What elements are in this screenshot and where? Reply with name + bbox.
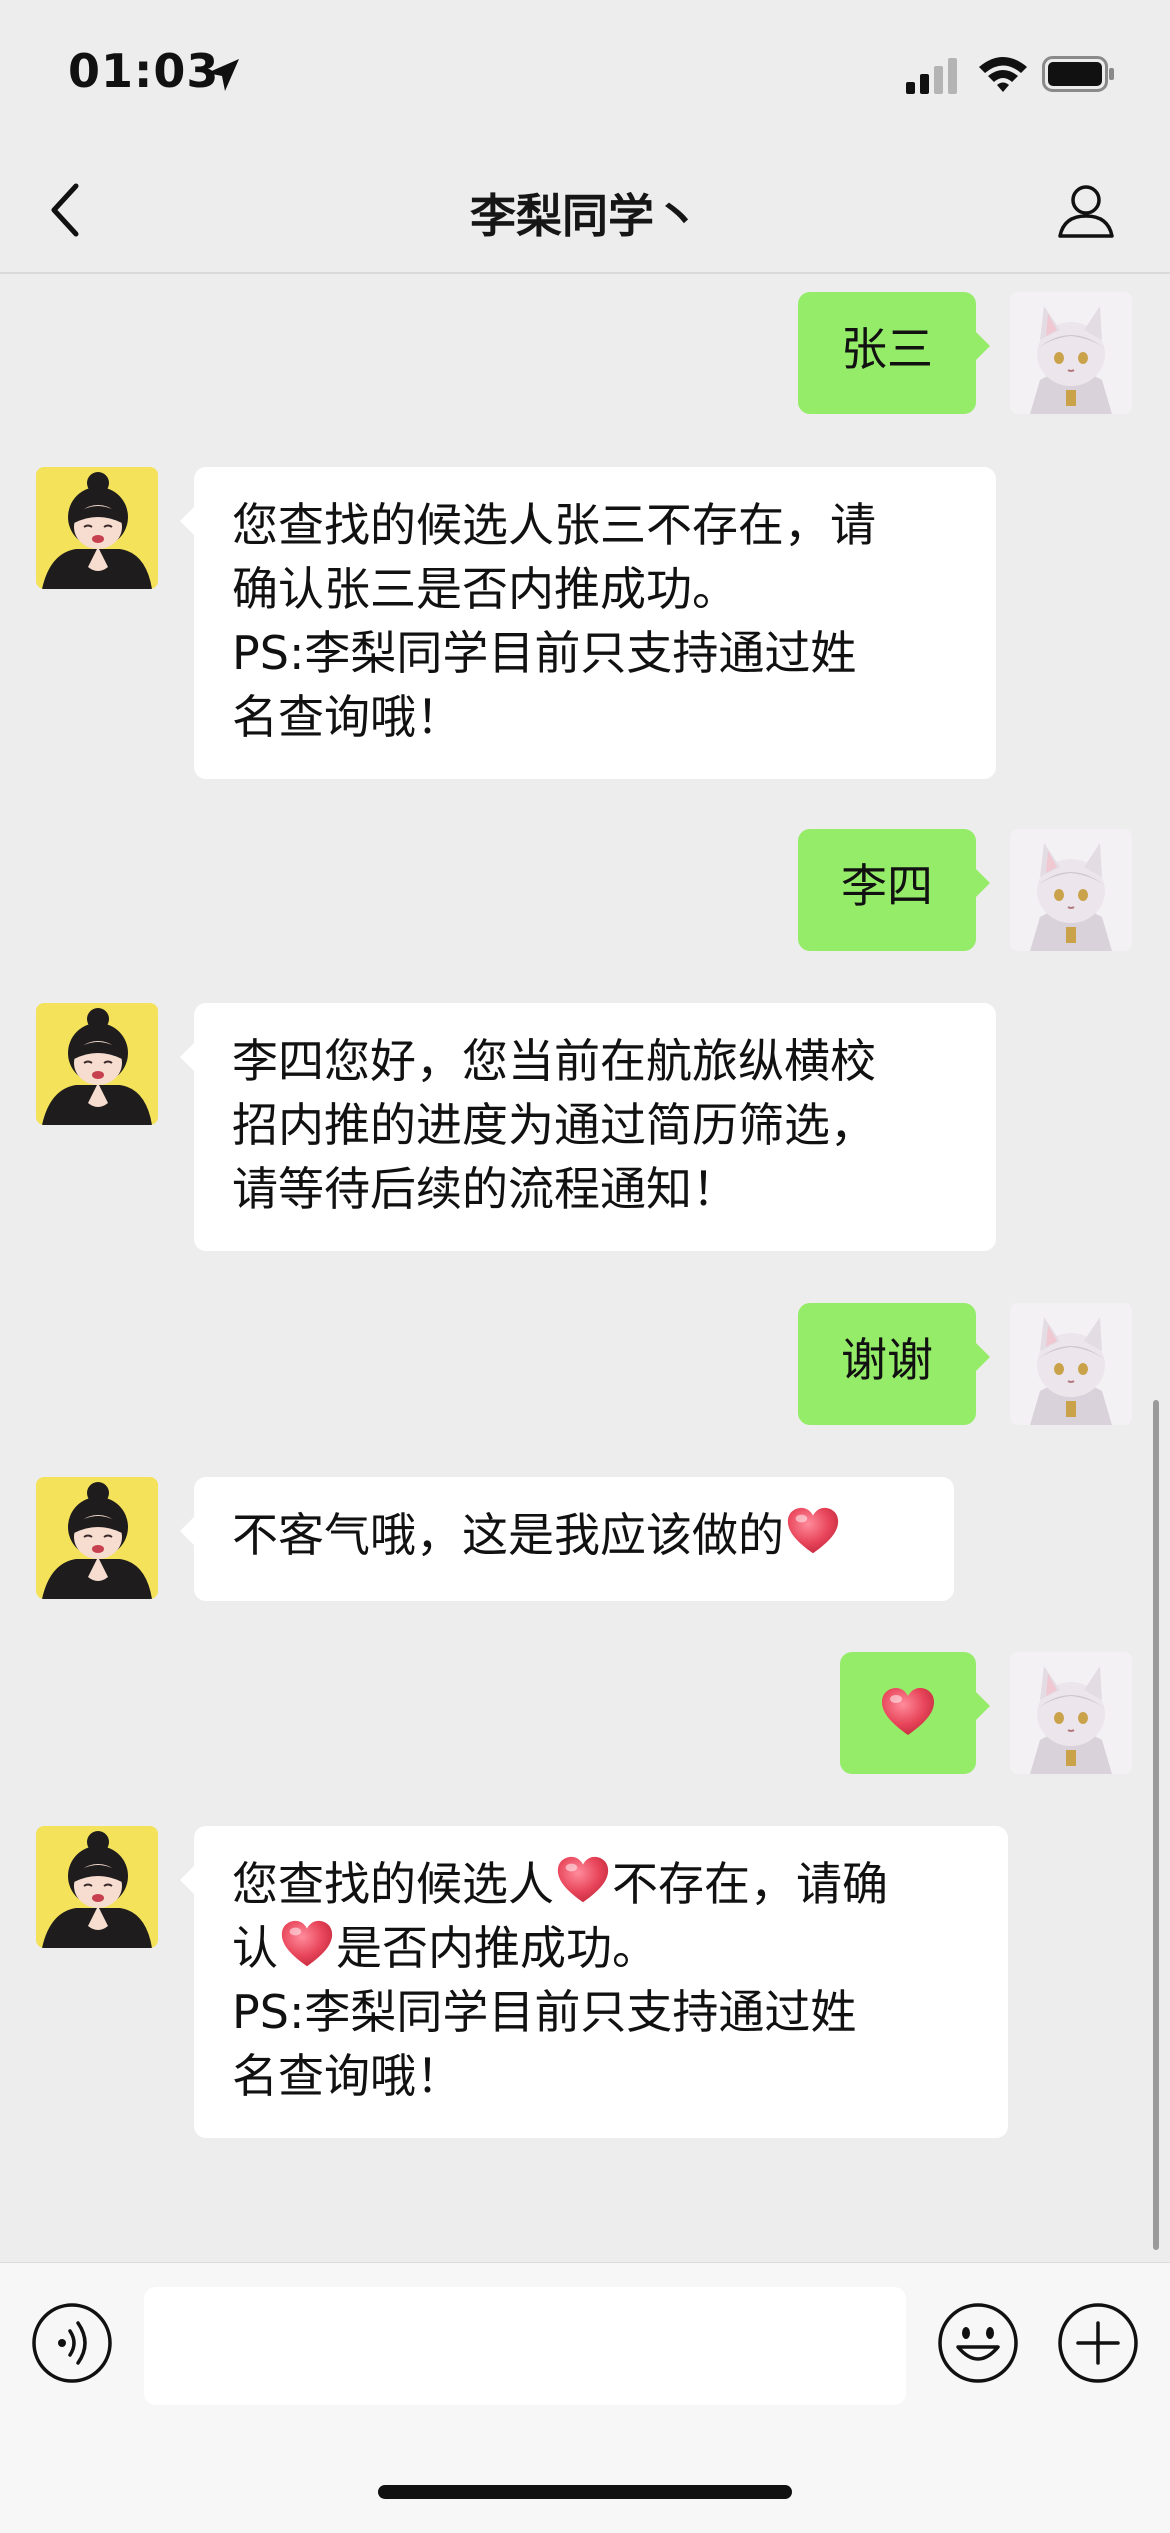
message-line: PS:李梨同学目前只支持通过姓 xyxy=(232,626,857,680)
message-line: PS:李梨同学目前只支持通过姓 xyxy=(232,1985,857,2039)
message-line: 名查询哦！ xyxy=(232,690,462,744)
heart-emoji-icon xyxy=(554,1852,612,1910)
chat-header: 李梨同学丶 xyxy=(0,150,1170,274)
message-text: 您查找的候选人 xyxy=(232,1857,554,1911)
emoji-icon[interactable] xyxy=(936,2301,1020,2385)
wifi-icon xyxy=(979,57,1027,92)
incoming-message-bubble[interactable]: 李四您好，您当前在航旅纵横校 招内推的进度为通过简历筛选， 请等待后续的流程通知… xyxy=(180,1003,996,1251)
outgoing-message-bubble[interactable] xyxy=(840,1652,990,1774)
heart-emoji-icon xyxy=(878,1683,938,1743)
contact-avatar[interactable] xyxy=(36,1826,158,1948)
outgoing-message-bubble[interactable]: 李四 xyxy=(798,829,990,951)
message-text: 不客气哦，这是我应该做的 xyxy=(232,1508,784,1562)
outgoing-message-bubble[interactable]: 谢谢 xyxy=(798,1303,990,1425)
message-line: 认 是否内推成功。 xyxy=(232,1916,970,1980)
incoming-message-bubble[interactable]: 不客气哦，这是我应该做的 xyxy=(180,1477,954,1601)
chat-scrollbar[interactable] xyxy=(1153,1400,1159,2250)
incoming-message-bubble[interactable]: 您查找的候选人张三不存在，请 确认张三是否内推成功。 PS:李梨同学目前只支持通… xyxy=(180,467,996,779)
message-text: 张三 xyxy=(841,322,933,376)
message-line: 您查找的候选人张三不存在，请 xyxy=(232,498,876,552)
contact-avatar[interactable] xyxy=(36,1003,158,1125)
person-icon[interactable] xyxy=(1056,180,1116,240)
voice-icon[interactable] xyxy=(30,2301,114,2385)
heart-emoji-icon xyxy=(784,1503,842,1561)
message-text-input[interactable] xyxy=(144,2287,906,2405)
message-input-bar xyxy=(0,2262,1170,2533)
contact-avatar[interactable] xyxy=(36,467,158,589)
battery-icon xyxy=(1042,56,1114,92)
plus-icon[interactable] xyxy=(1056,2301,1140,2385)
message-line: 名查询哦！ xyxy=(232,2049,462,2103)
clock-time: 01:03 xyxy=(68,44,220,98)
location-arrow-icon xyxy=(207,59,239,91)
message-text: 谢谢 xyxy=(841,1333,933,1387)
message-line: 李四您好，您当前在航旅纵横校 xyxy=(232,1034,876,1088)
message-line: 招内推的进度为通过简历筛选， xyxy=(232,1098,876,1152)
contact-avatar[interactable] xyxy=(36,1477,158,1599)
message-text: 不存在，请确 xyxy=(612,1857,888,1911)
message-line: 不客气哦，这是我应该做的 xyxy=(232,1503,916,1567)
message-text: 是否内推成功。 xyxy=(336,1921,658,1975)
message-text: 认 xyxy=(232,1921,278,1975)
heart-emoji-icon xyxy=(278,1916,336,1974)
status-bar: 01:03 xyxy=(0,0,1170,150)
my-avatar[interactable] xyxy=(1010,292,1132,414)
my-avatar[interactable] xyxy=(1010,829,1132,951)
message-text: 李四 xyxy=(841,859,933,913)
my-avatar[interactable] xyxy=(1010,1652,1132,1774)
chat-title: 李梨同学丶 xyxy=(470,189,700,243)
message-line: 确认张三是否内推成功。 xyxy=(232,562,738,616)
cellular-signal-icon xyxy=(906,58,957,94)
outgoing-message-bubble[interactable]: 张三 xyxy=(798,292,990,414)
home-indicator[interactable] xyxy=(378,2485,792,2499)
my-avatar[interactable] xyxy=(1010,1303,1132,1425)
incoming-message-bubble[interactable]: 您查找的候选人 不存在，请确 认 是否内推成功。 PS:李梨同学目前只支持通过姓 名… xyxy=(180,1826,1008,2138)
message-line: 请等待后续的流程通知！ xyxy=(232,1162,738,1216)
message-line: 您查找的候选人 不存在，请确 xyxy=(232,1852,970,1916)
